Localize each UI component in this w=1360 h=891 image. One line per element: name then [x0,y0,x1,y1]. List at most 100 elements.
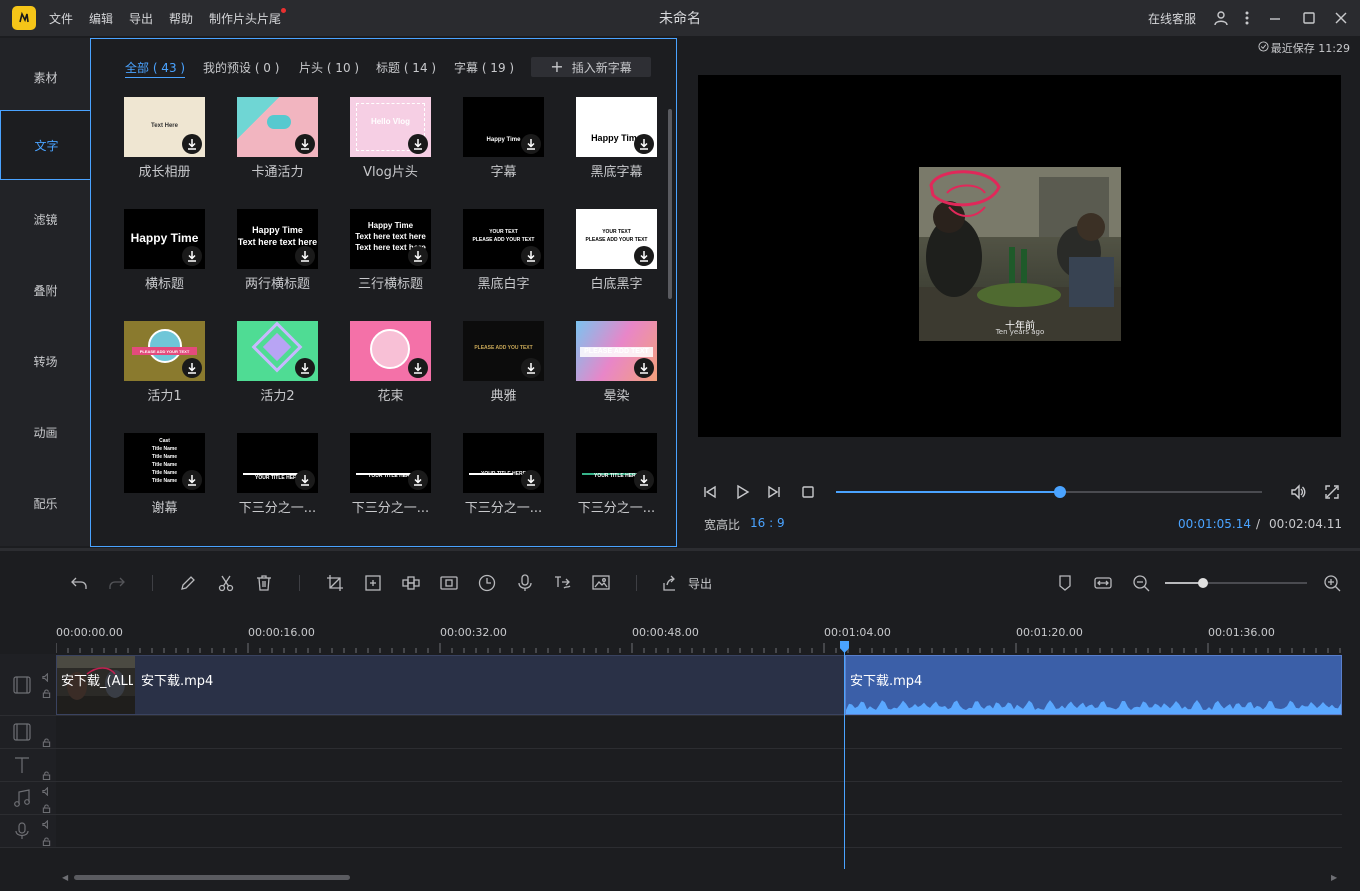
lock-icon[interactable] [42,769,51,781]
sidebar-item-transitions[interactable]: 转场 [0,326,91,396]
library-scrollbar[interactable] [668,109,672,299]
voiceover-mic-icon[interactable] [514,572,536,594]
minimize-icon[interactable] [1265,8,1285,28]
export-button-label[interactable]: 导出 [688,575,712,592]
insert-subtitle-button[interactable]: + 插入新字幕 [531,57,651,77]
redo-icon[interactable] [106,572,128,594]
sidebar-item-animations[interactable]: 动画 [0,397,91,467]
lock-icon[interactable] [42,736,51,748]
video-clip-1[interactable]: 安下载_(ALL 安下载.mp4 [56,655,845,715]
aspect-ratio-value[interactable]: 16 : 9 [750,516,785,530]
template-tile[interactable]: YOUR TEXT PLEASE ADD YOUR TEXT 白底黑字 [576,209,657,309]
playback-progress-bar[interactable] [836,486,1262,498]
speaker-icon[interactable] [42,818,51,830]
lock-icon[interactable] [42,802,51,814]
download-icon[interactable] [182,246,202,266]
download-icon[interactable] [521,470,541,490]
video-canvas[interactable]: 十年前 Ten years ago [698,75,1341,437]
video-clip-2[interactable]: 安下载.mp4 [845,655,1342,715]
mosaic-icon[interactable] [400,572,422,594]
template-tile[interactable]: Happy Time Text here text here Text here t… [350,209,431,309]
undo-icon[interactable] [68,572,90,594]
template-tile[interactable]: Happy Time 黑底字幕 [576,97,657,197]
play-icon[interactable] [732,482,752,502]
crop-icon[interactable] [324,572,346,594]
download-icon[interactable] [408,358,428,378]
template-tile[interactable]: Text Here 成长相册 [124,97,205,197]
menu-export[interactable]: 导出 [129,10,153,27]
template-tile[interactable]: PLEASE ADD YOU TEXT 典雅 [463,321,544,421]
download-icon[interactable] [295,246,315,266]
download-icon[interactable] [634,358,654,378]
template-tile[interactable]: PLEASE ADD TEXT 晕染 [576,321,657,421]
scroll-right-arrow-icon[interactable]: ▶ [1331,873,1337,882]
stop-icon[interactable] [798,482,818,502]
template-tile[interactable]: 活力2 [237,321,318,421]
step-back-icon[interactable] [700,482,720,502]
fullscreen-icon[interactable] [1322,482,1342,502]
zoom-in-icon[interactable] [1321,572,1343,594]
download-icon[interactable] [634,470,654,490]
sidebar-item-media[interactable]: 素材 [0,42,91,112]
online-service-link[interactable]: 在线客服 [1148,10,1196,27]
text-to-speech-icon[interactable] [552,572,574,594]
scissors-icon[interactable] [215,572,237,594]
timeline-horizontal-scrollbar[interactable] [74,875,350,880]
download-icon[interactable] [408,470,428,490]
close-icon[interactable] [1331,8,1351,28]
timeline-zoom-slider[interactable] [1165,578,1307,588]
tab-subtitles[interactable]: 字幕 ( 19 ) [454,59,514,76]
download-icon[interactable] [182,470,202,490]
progress-handle[interactable] [1053,486,1066,498]
sidebar-item-filters[interactable]: 滤镜 [0,184,91,254]
edit-pencil-icon[interactable] [177,572,199,594]
template-tile[interactable]: Hello Vlog Vlog片头 [350,97,431,197]
zoom-handle[interactable] [1198,578,1209,588]
scroll-left-arrow-icon[interactable]: ◀ [62,873,68,882]
template-tile[interactable]: Cast Title Name Title Name Title Name Title … [124,433,205,533]
fit-timeline-icon[interactable] [1092,572,1114,594]
freeze-frame-icon[interactable] [438,572,460,594]
template-tile[interactable]: 卡通活力 [237,97,318,197]
time-ruler[interactable]: 00:00:00.00 00:00:16.00 00:00:32.00 00:0… [56,613,1342,653]
tab-titles[interactable]: 标题 ( 14 ) [376,59,436,76]
menu-file[interactable]: 文件 [49,10,73,27]
menu-help[interactable]: 帮助 [169,10,193,27]
download-icon[interactable] [408,246,428,266]
playhead-line[interactable] [844,641,845,869]
download-icon[interactable] [295,134,315,154]
user-icon[interactable] [1211,8,1231,28]
volume-icon[interactable] [1288,482,1308,502]
speaker-icon[interactable] [42,671,51,683]
template-tile[interactable]: YOUR TITLE HERE 下三分之一... [463,433,544,533]
zoom-frame-icon[interactable] [362,572,384,594]
download-icon[interactable] [521,134,541,154]
template-tile[interactable]: YOUR TITLE HERE 下三分之一... [350,433,431,533]
sidebar-item-overlays[interactable]: 叠附 [0,255,91,325]
template-tile[interactable]: YOUR TEXT PLEASE ADD YOUR TEXT 黑底白字 [463,209,544,309]
template-tile[interactable]: Happy Time 字幕 [463,97,544,197]
template-tile[interactable]: YOUR TITLE HERE 下三分之一... [237,433,318,533]
more-options-icon[interactable] [1237,8,1257,28]
download-icon[interactable] [295,358,315,378]
tab-intro[interactable]: 片头 ( 10 ) [299,59,359,76]
marker-icon[interactable] [1054,572,1076,594]
tab-my-presets[interactable]: 我的预设 ( 0 ) [203,59,279,76]
export-share-icon[interactable] [658,572,680,594]
template-tile[interactable]: PLEASE ADD YOUR TEXT 活力1 [124,321,205,421]
menu-make-intro-outro[interactable]: 制作片头片尾 [209,10,281,27]
download-icon[interactable] [182,358,202,378]
step-forward-icon[interactable] [764,482,784,502]
lock-icon[interactable] [42,687,51,699]
maximize-icon[interactable] [1299,8,1319,28]
template-tile[interactable]: Happy Time 横标题 [124,209,205,309]
sidebar-item-text[interactable]: 文字 [0,110,92,180]
menu-edit[interactable]: 编辑 [89,10,113,27]
download-icon[interactable] [295,470,315,490]
download-icon[interactable] [521,358,541,378]
download-icon[interactable] [182,134,202,154]
speaker-icon[interactable] [42,785,51,797]
template-tile[interactable]: Happy Time Text here text here 两行横标题 [237,209,318,309]
download-icon[interactable] [634,246,654,266]
sidebar-item-music[interactable]: 配乐 [0,468,91,538]
